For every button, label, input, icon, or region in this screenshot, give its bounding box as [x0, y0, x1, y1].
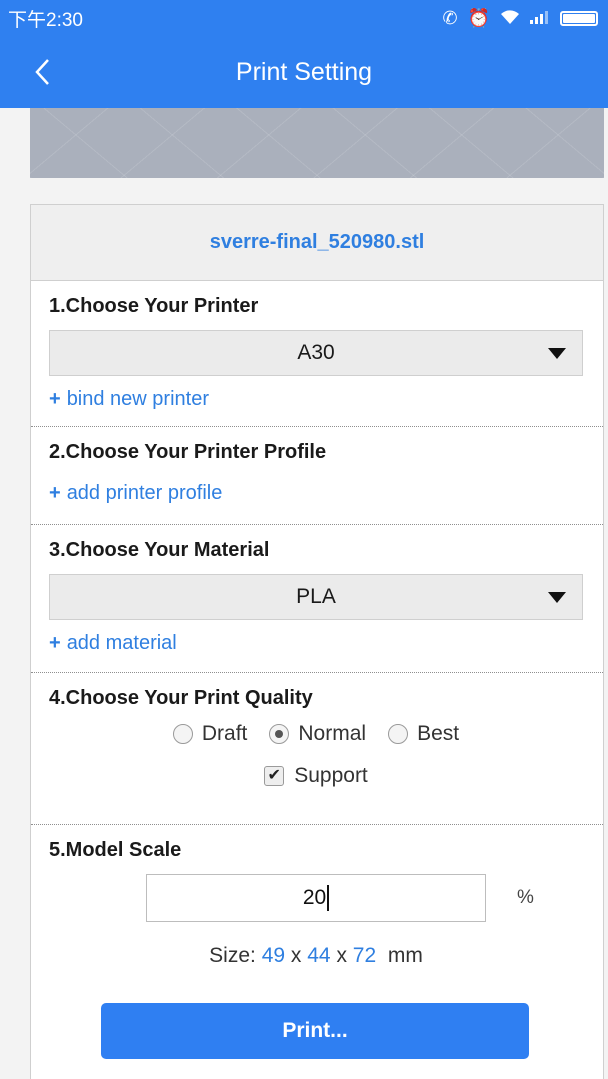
support-label: Support [294, 764, 368, 787]
print-button[interactable]: Print... [101, 1003, 529, 1059]
radio-normal-label: Normal [298, 722, 367, 745]
size-x: 49 [261, 944, 286, 967]
page-title: Print Setting [235, 57, 373, 86]
settings-card: sverre-final_520980.stl 1.Choose Your Pr… [30, 204, 604, 1079]
profile-section-title: 2.Choose Your Printer Profile [49, 441, 327, 463]
dropdown-arrow-icon [548, 592, 566, 603]
section-profile: 2.Choose Your Printer Profile + add print… [31, 427, 603, 525]
plus-icon: + [49, 632, 61, 654]
material-select-value: PLA [296, 585, 336, 608]
add-material-link[interactable]: + add material [49, 632, 177, 655]
section-printer: 1.Choose Your Printer A30 + bind new prin… [31, 281, 603, 427]
wifi-icon [500, 9, 520, 28]
scale-section-title: 5.Model Scale [49, 839, 182, 861]
material-select[interactable]: PLA [49, 574, 583, 620]
section-material: 3.Choose Your Material PLA + add material [31, 525, 603, 673]
plus-icon: + [49, 482, 61, 504]
radio-draft[interactable]: Draft [172, 722, 248, 746]
support-checkbox[interactable]: ✔ Support [49, 764, 583, 788]
radio-circle [172, 724, 193, 744]
size-unit: mm [387, 944, 423, 967]
section-scale: 5.Model Scale 20 % Size: 49 x 44 x 72 mm [31, 825, 603, 968]
scale-row: 20 % [49, 874, 583, 922]
status-icons: ✆ ⏰ [442, 9, 598, 28]
battery-icon [560, 10, 598, 26]
printer-section-title: 1.Choose Your Printer [49, 295, 259, 317]
plus-icon: + [49, 388, 61, 410]
status-time: 下午2:30 [8, 9, 83, 31]
quality-options: Draft Normal Best [49, 722, 583, 746]
scale-input-value: 20 [302, 886, 327, 909]
alarm-icon: ⏰ [467, 8, 490, 28]
size-y: 44 [307, 944, 331, 967]
model-preview-banner [30, 108, 604, 178]
material-section-title: 3.Choose Your Material [49, 539, 270, 561]
add-printer-profile-label: add printer profile [66, 482, 223, 504]
percent-unit: % [517, 887, 534, 908]
section-quality: 4.Choose Your Print Quality Draft Normal… [31, 673, 603, 825]
checkmark-icon: ✔ [264, 766, 285, 786]
add-material-label: add material [66, 632, 177, 654]
signal-icon [530, 9, 550, 27]
size-label: Size: [209, 944, 256, 967]
quality-section-title: 4.Choose Your Print Quality [49, 687, 313, 709]
size-separator: x [336, 944, 347, 967]
file-name: sverre-final_520980.stl [209, 231, 425, 253]
bluetooth-off-icon: ✆ [442, 8, 458, 28]
size-z: 72 [352, 944, 377, 967]
model-size: Size: 49 x 44 x 72 mm [49, 944, 583, 968]
printer-select-value: A30 [297, 341, 335, 364]
file-header: sverre-final_520980.stl [31, 205, 603, 281]
size-separator: x [290, 944, 302, 967]
radio-normal[interactable]: Normal [269, 722, 366, 746]
bind-new-printer-label: bind new printer [66, 388, 209, 410]
status-bar: 下午2:30 ✆ ⏰ [0, 0, 608, 36]
back-button[interactable] [20, 50, 64, 94]
radio-best-label: Best [417, 722, 460, 745]
radio-circle-selected [269, 724, 290, 744]
radio-best[interactable]: Best [388, 722, 459, 746]
add-printer-profile-link[interactable]: + add printer profile [49, 482, 222, 505]
chevron-left-icon [35, 59, 49, 85]
dropdown-arrow-icon [548, 348, 566, 359]
scale-input[interactable]: 20 [146, 874, 486, 922]
radio-draft-label: Draft [201, 722, 248, 745]
printer-select[interactable]: A30 [49, 330, 583, 376]
bind-new-printer-link[interactable]: + bind new printer [49, 388, 209, 411]
text-caret [327, 885, 330, 911]
app-bar: Print Setting [0, 36, 608, 108]
radio-circle [388, 724, 409, 744]
